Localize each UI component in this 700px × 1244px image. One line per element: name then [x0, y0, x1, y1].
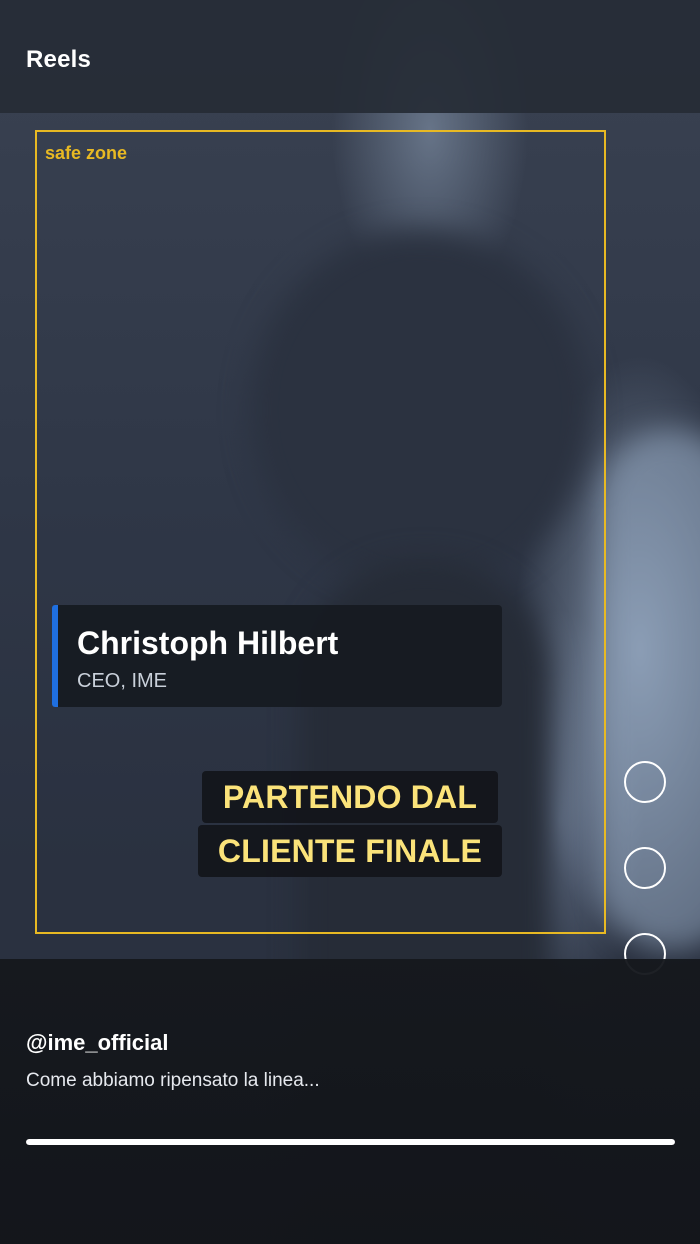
lower-third-accent-bar: [52, 605, 58, 707]
post-caption[interactable]: Come abbiamo ripensato la linea...: [26, 1070, 320, 1092]
speaker-role: CEO, IME: [77, 670, 168, 692]
playback-progress-bar[interactable]: [26, 1139, 675, 1145]
speaker-name: Christoph Hilbert: [77, 625, 339, 661]
side-action-1-circle-icon[interactable]: [624, 761, 666, 803]
page-title: Reels: [26, 46, 92, 73]
subtitle-line-2: CLIENTE FINALE: [198, 825, 502, 877]
safe-zone-label: safe zone: [45, 143, 128, 163]
post-info-panel: @ime_official Come abbiamo ripensato la …: [0, 959, 700, 1244]
playback-progress-fill: [26, 1139, 675, 1145]
reels-screen: Reels safe zone Christoph Hilbert CEO, I…: [0, 0, 700, 1244]
lower-third: Christoph Hilbert CEO, IME: [52, 605, 502, 707]
side-action-2-circle-icon[interactable]: [624, 847, 666, 889]
top-bar: Reels: [0, 0, 700, 113]
subtitle-line-1: PARTENDO DAL: [202, 771, 498, 823]
username-link[interactable]: @ime_official: [26, 1030, 169, 1056]
